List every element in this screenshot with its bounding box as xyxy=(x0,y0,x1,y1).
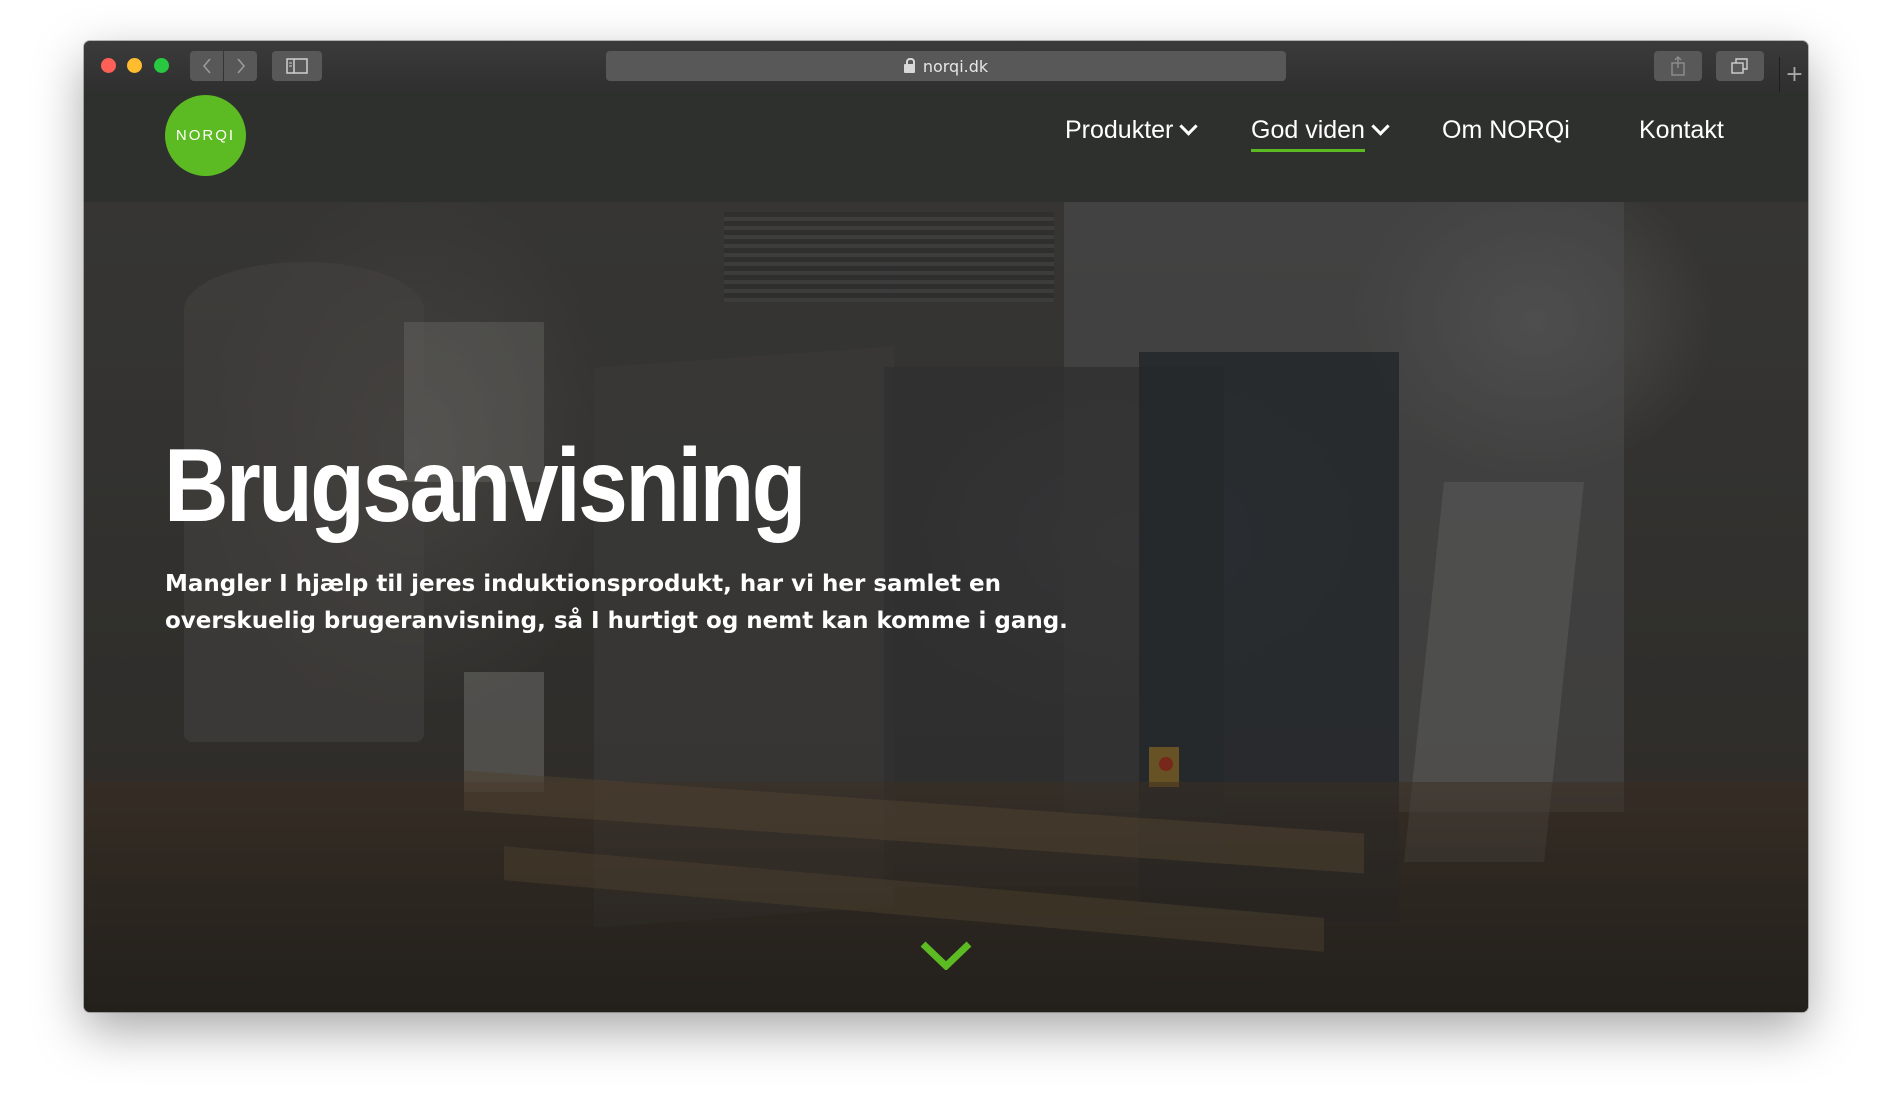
nav-kontakt-label: Kontakt xyxy=(1639,116,1724,144)
tabs-icon xyxy=(1731,58,1748,74)
nav-om-norqi[interactable]: Om NORQi xyxy=(1442,116,1570,156)
logo-text: NORQI xyxy=(175,127,236,144)
browser-window: norqi.dk + NORQI Produkter God viden Om … xyxy=(84,41,1808,1012)
tab-overview-button[interactable] xyxy=(1716,51,1764,81)
nav-produkter[interactable]: Produkter xyxy=(1065,116,1199,156)
nav-god-viden[interactable]: God viden xyxy=(1251,116,1390,156)
zoom-window-button[interactable] xyxy=(154,58,169,73)
chevron-left-icon xyxy=(202,58,211,74)
nav-god-viden-label: God viden xyxy=(1251,116,1365,152)
chevron-down-icon[interactable] xyxy=(920,940,972,970)
hero-description: Mangler I hjælp til jeres induktionsprod… xyxy=(165,571,1068,634)
forward-button[interactable] xyxy=(224,51,257,81)
back-button[interactable] xyxy=(190,51,223,81)
address-url: norqi.dk xyxy=(922,56,989,76)
hero-section: Brugsanvisning Mangler I hjælp til jeres… xyxy=(84,202,1808,1012)
chevron-down-icon xyxy=(1179,117,1199,136)
norqi-logo[interactable]: NORQI xyxy=(165,95,246,176)
new-tab-button[interactable]: + xyxy=(1779,57,1808,92)
lock-icon xyxy=(903,57,915,73)
minimize-window-button[interactable] xyxy=(127,58,142,73)
share-button[interactable] xyxy=(1654,51,1702,81)
sidebar-toggle-button[interactable] xyxy=(272,51,322,81)
chevron-down-icon xyxy=(1371,117,1390,136)
sidebar-icon xyxy=(286,58,308,74)
nav-produkter-label: Produkter xyxy=(1065,116,1174,144)
close-window-button[interactable] xyxy=(101,58,116,73)
chevron-right-icon xyxy=(236,58,245,74)
browser-toolbar: norqi.dk + xyxy=(84,41,1808,93)
share-icon xyxy=(1671,56,1685,76)
nav-kontakt[interactable]: Kontakt xyxy=(1639,116,1724,156)
nav-om-norqi-label: Om NORQi xyxy=(1442,116,1570,144)
site-header: NORQI Produkter God viden Om NORQi Konta… xyxy=(84,92,1808,202)
hero-title: Brugsanvisning xyxy=(164,428,806,544)
address-bar[interactable]: norqi.dk xyxy=(606,51,1286,81)
